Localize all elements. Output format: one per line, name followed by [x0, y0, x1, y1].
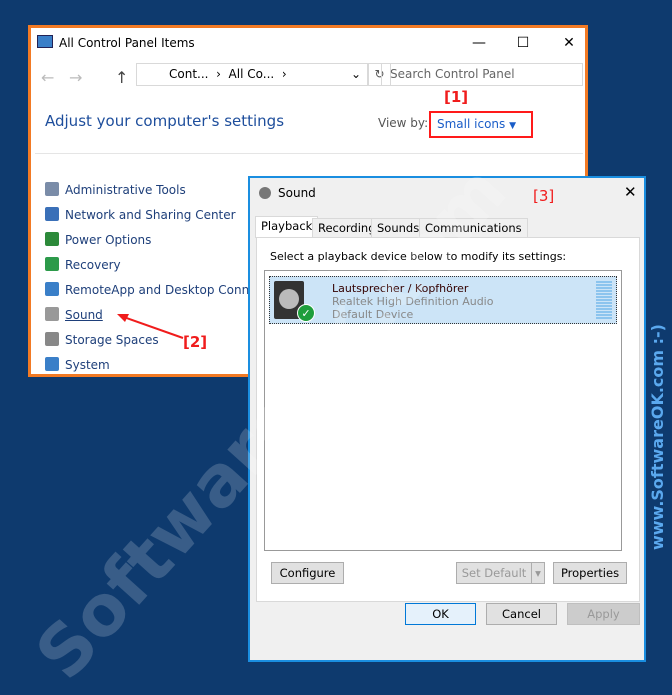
view-by-value: Small icons	[437, 117, 506, 131]
storage-icon	[45, 332, 59, 346]
cp-item-label: Power Options	[65, 233, 152, 247]
cp-item-label: Recovery	[65, 258, 121, 272]
dropdown-arrow-icon: ▼	[509, 121, 517, 131]
admin-tools-icon	[45, 182, 59, 196]
watermark-vertical: www.SoftwareOK.com :-)	[648, 324, 667, 550]
cp-item-power[interactable]: Power Options	[45, 230, 151, 250]
set-default-button[interactable]: Set Default	[456, 562, 532, 584]
dialog-title: Sound	[278, 186, 316, 200]
window-title: All Control Panel Items	[59, 36, 195, 50]
speaker-icon	[259, 187, 271, 199]
cp-item-label: Administrative Tools	[65, 183, 186, 197]
power-icon	[45, 232, 59, 246]
forward-icon[interactable]: →	[69, 68, 82, 87]
cp-item-remoteapp[interactable]: RemoteApp and Desktop Connecti	[45, 280, 271, 300]
set-default-dropdown[interactable]: ▾	[531, 562, 545, 584]
cp-item-network[interactable]: Network and Sharing Center	[45, 205, 236, 225]
view-by-label: View by:	[378, 116, 429, 130]
back-icon[interactable]: ←	[41, 68, 54, 87]
address-bar[interactable]: Cont... › All Co... › ⌄	[136, 63, 368, 86]
apply-button[interactable]: Apply	[567, 603, 640, 625]
cancel-button[interactable]: Cancel	[486, 603, 557, 625]
page-title: Adjust your computer's settings	[45, 112, 285, 130]
search-input[interactable]: Search Control Panel	[381, 63, 583, 86]
ok-button[interactable]: OK	[405, 603, 476, 625]
volume-meter	[596, 281, 612, 319]
chevron-down-icon[interactable]: ⌄	[351, 64, 361, 85]
annotation-1: [1]	[444, 88, 469, 106]
cp-item-recovery[interactable]: Recovery	[45, 255, 121, 275]
properties-button[interactable]: Properties	[553, 562, 627, 584]
cp-item-label: Network and Sharing Center	[65, 208, 236, 222]
cp-item-sound[interactable]: Sound	[45, 305, 103, 325]
cp-item-system[interactable]: System	[45, 355, 110, 375]
cp-item-administrative[interactable]: Administrative Tools	[45, 180, 186, 200]
cp-item-label: RemoteApp and Desktop Connecti	[65, 283, 272, 297]
tab-playback[interactable]: Playback	[255, 216, 319, 238]
speaker-icon	[45, 307, 59, 321]
remoteapp-icon	[45, 282, 59, 296]
network-icon	[45, 207, 59, 221]
breadcrumb-2[interactable]: All Co...	[229, 67, 275, 81]
minimize-button[interactable]: —	[459, 30, 499, 56]
maximize-button[interactable]: ☐	[503, 30, 543, 56]
arrow-annotation	[117, 314, 184, 339]
divider	[35, 153, 583, 154]
up-icon[interactable]: ↑	[115, 68, 128, 87]
view-by-dropdown[interactable]: Small icons ▼	[429, 111, 533, 138]
control-panel-icon	[37, 35, 53, 48]
close-button[interactable]: ✕	[549, 30, 589, 56]
system-icon	[45, 357, 59, 371]
recovery-icon	[45, 257, 59, 271]
close-button[interactable]: ✕	[624, 183, 637, 201]
breadcrumb-1[interactable]: Cont...	[169, 67, 208, 81]
cp-item-label: System	[65, 358, 110, 372]
configure-button[interactable]: Configure	[271, 562, 344, 584]
annotation-3: [3]	[533, 187, 555, 205]
cp-item-label: Sound	[65, 308, 103, 322]
